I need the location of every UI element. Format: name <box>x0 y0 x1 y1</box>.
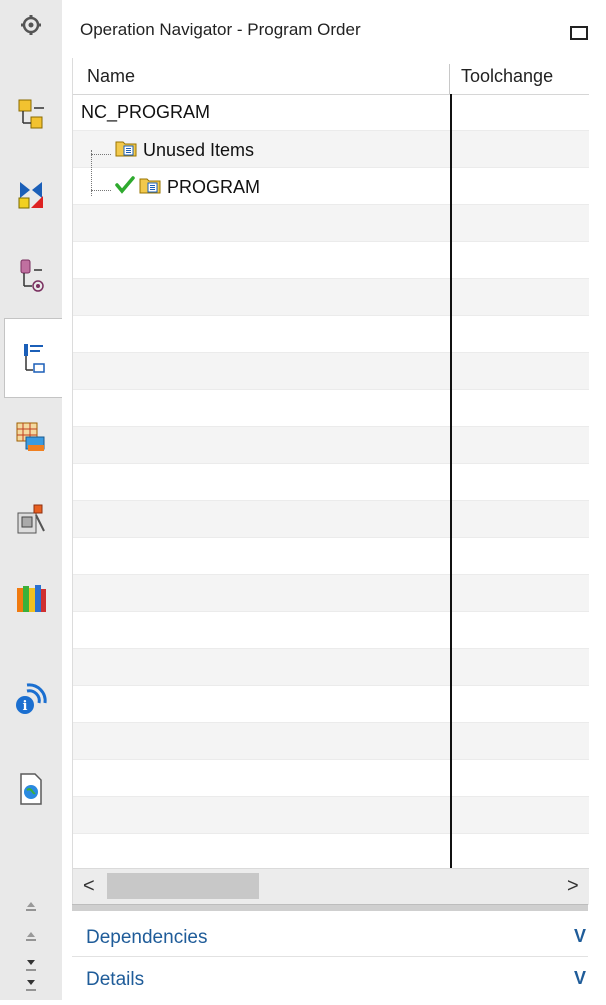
column-separator[interactable] <box>449 64 450 94</box>
details-label: Details <box>86 969 145 990</box>
constraint-navigator-icon[interactable] <box>6 172 56 218</box>
column-header-toolchange[interactable]: Toolchange <box>461 58 553 94</box>
table-row <box>73 649 589 686</box>
column-header-name[interactable]: Name <box>87 58 135 94</box>
program-folder-icon <box>115 139 137 162</box>
table-row <box>73 242 589 279</box>
tree-connector <box>91 154 111 155</box>
settings-gear-icon[interactable] <box>6 8 56 42</box>
table-row <box>73 686 589 723</box>
resource-bar-scroll[interactable] <box>0 873 62 1000</box>
maximize-button[interactable] <box>570 26 588 40</box>
table-row <box>73 464 589 501</box>
table-row <box>73 353 589 390</box>
chevron-down-icon[interactable]: V <box>574 926 586 947</box>
tree-node-unused-items[interactable]: Unused Items <box>115 132 254 168</box>
table-row <box>73 427 589 464</box>
navigator-list[interactable]: Name Toolchange NC_PROGRAM Unused Items … <box>72 58 589 908</box>
tree-node-nc-program[interactable]: NC_PROGRAM <box>81 94 210 130</box>
table-row <box>73 316 589 353</box>
scroll-left-icon[interactable]: < <box>83 875 95 898</box>
tree-connector <box>91 190 111 191</box>
machine-tool-navigator-icon[interactable] <box>6 414 56 460</box>
assembly-navigator-icon[interactable] <box>6 92 56 138</box>
machining-feature-navigator-icon[interactable] <box>6 496 56 542</box>
table-row <box>73 538 589 575</box>
web-browser-icon[interactable] <box>6 766 56 812</box>
part-navigator-icon[interactable] <box>6 252 56 298</box>
table-row <box>73 834 589 871</box>
table-row <box>73 760 589 797</box>
table-row <box>73 612 589 649</box>
operation-navigator-icon[interactable] <box>4 318 62 398</box>
table-row <box>73 501 589 538</box>
checkmark-icon <box>115 175 135 199</box>
panel-splitter[interactable] <box>72 904 588 911</box>
program-folder-icon <box>139 176 161 199</box>
horizontal-scrollbar[interactable]: < > <box>73 868 589 905</box>
table-row <box>73 279 589 316</box>
column-divider <box>450 94 452 868</box>
operation-navigator-panel: Operation Navigator - Program Order Name… <box>62 0 606 1000</box>
tree-label-nc-program: NC_PROGRAM <box>81 101 211 122</box>
reuse-library-icon[interactable] <box>6 576 56 622</box>
scrollbar-thumb[interactable] <box>107 873 259 899</box>
details-section[interactable]: Details V <box>72 960 588 998</box>
info-broadcast-icon[interactable]: i <box>6 674 56 720</box>
scroll-right-icon[interactable]: > <box>567 875 579 898</box>
table-row <box>73 205 589 242</box>
table-row <box>73 390 589 427</box>
table-row <box>73 575 589 612</box>
table-row <box>73 797 589 834</box>
svg-text:i: i <box>23 699 28 714</box>
dependencies-section[interactable]: Dependencies V <box>72 918 588 957</box>
chevron-down-icon[interactable]: V <box>574 968 586 989</box>
tree-label-program: PROGRAM <box>167 176 261 197</box>
dependencies-label: Dependencies <box>86 927 208 948</box>
table-row <box>73 723 589 760</box>
tree-node-program[interactable]: PROGRAM <box>115 169 260 205</box>
panel-title: Operation Navigator - Program Order <box>80 20 361 39</box>
tree-label-unused-items: Unused Items <box>143 139 255 160</box>
resource-bar: i <box>0 0 63 1000</box>
